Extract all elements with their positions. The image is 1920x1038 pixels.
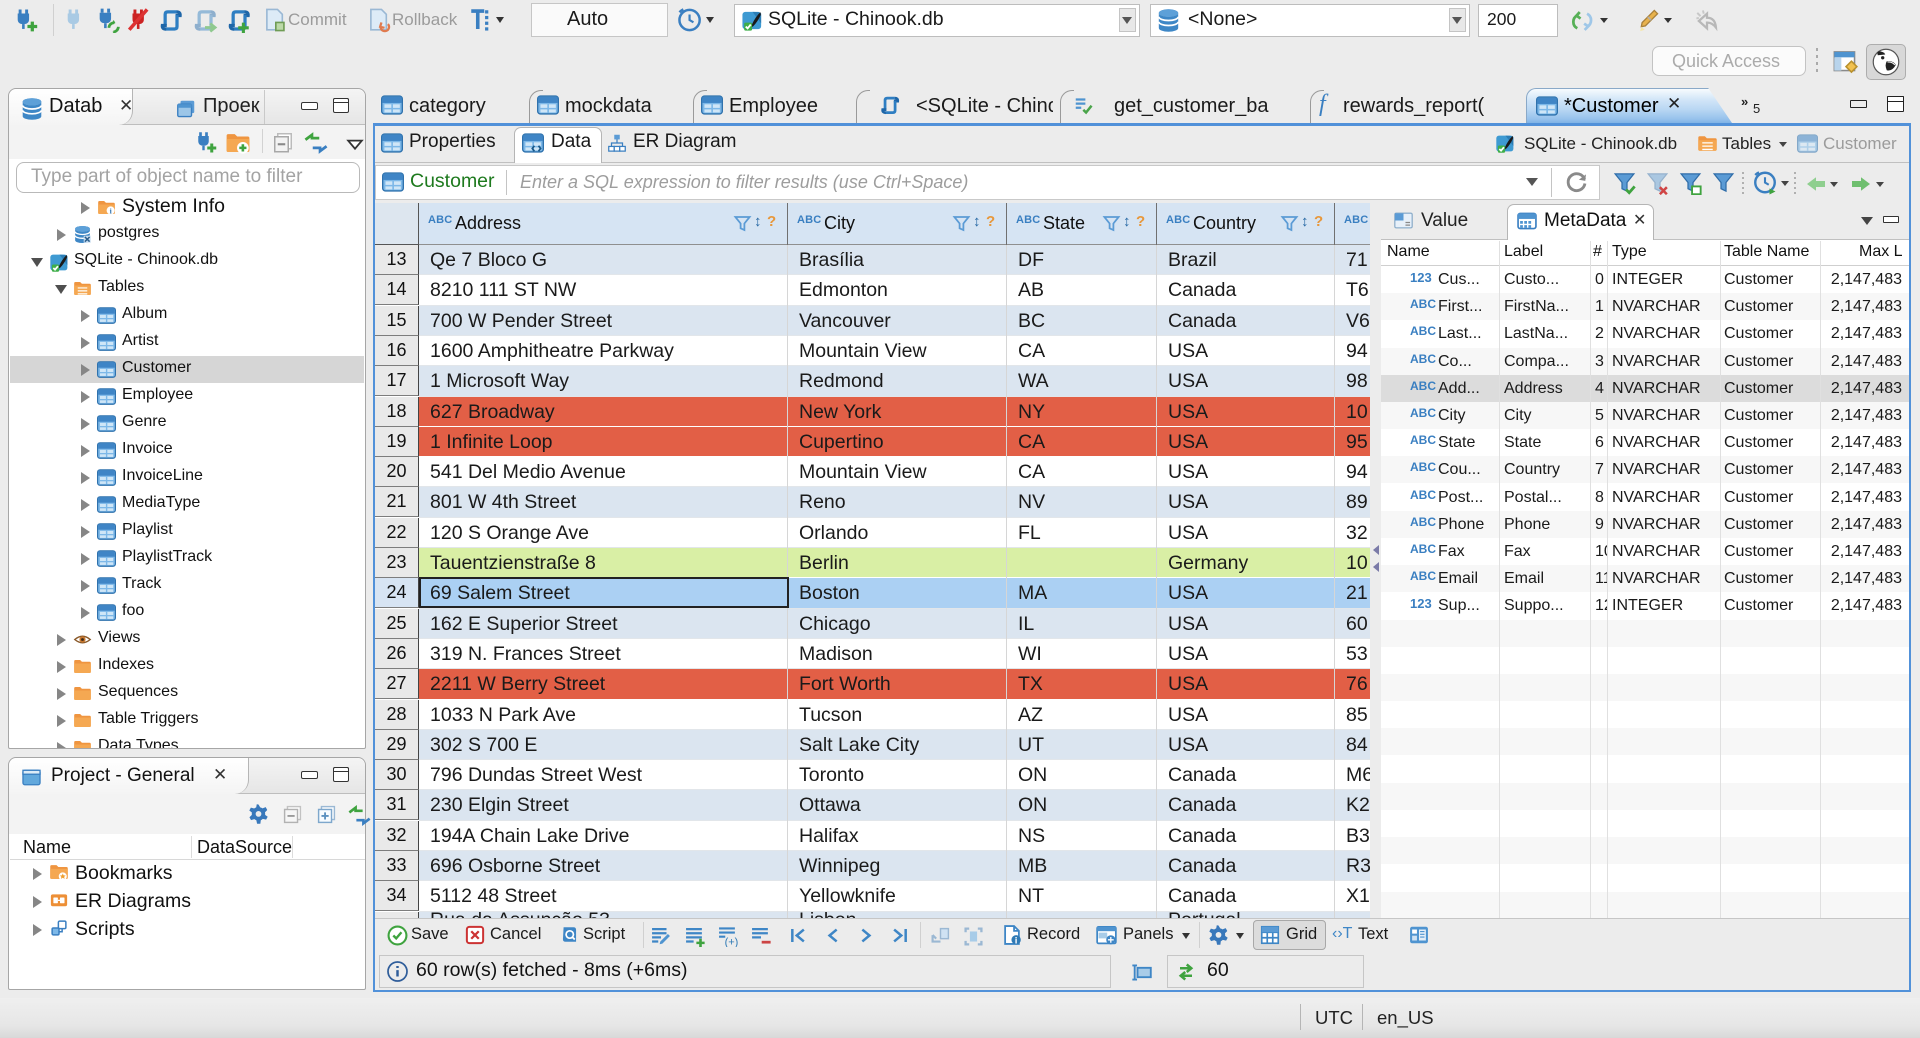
svg-text:i: i — [1015, 935, 1018, 946]
svg-text:(+): (+) — [725, 937, 739, 947]
